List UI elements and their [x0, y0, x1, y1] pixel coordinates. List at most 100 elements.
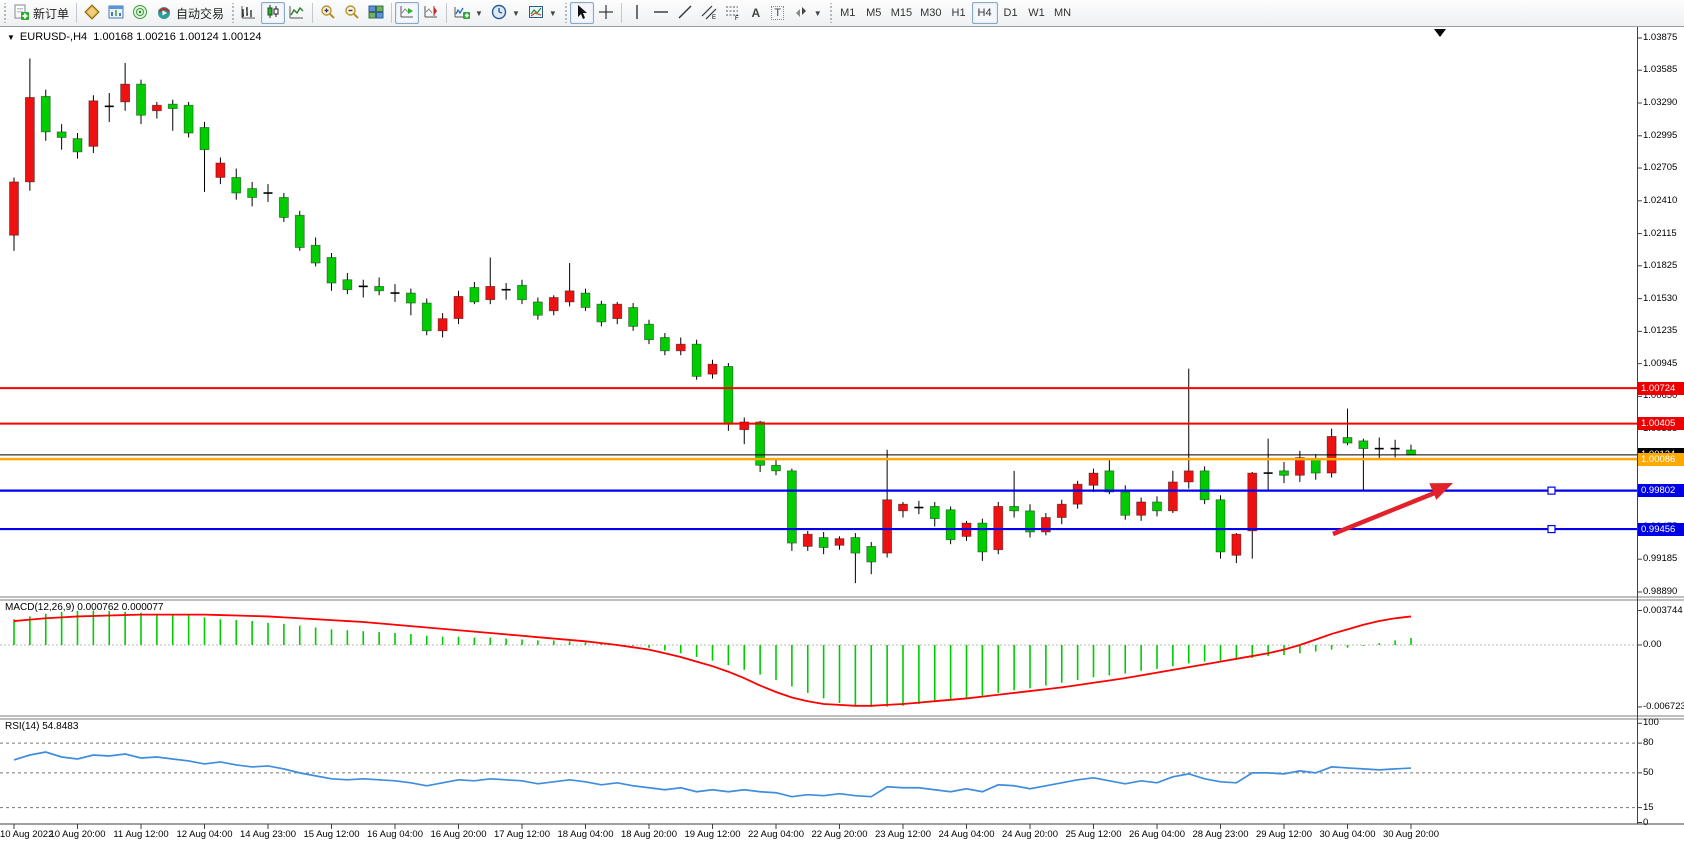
hline-handle[interactable]: [1548, 487, 1555, 494]
toolbar-separator: [76, 3, 77, 23]
symbol-dropdown-icon[interactable]: ▼: [7, 33, 15, 42]
dropdown-arrow-icon: ▼: [549, 9, 557, 18]
vertical-line-button[interactable]: [625, 2, 649, 24]
indicators-button[interactable]: ▼: [450, 2, 487, 24]
chart-ohlc-values: 1.00168 1.00216 1.00124 1.00124: [93, 31, 261, 43]
price-tick: 0.98890: [1643, 586, 1683, 597]
trendline-icon: [677, 4, 693, 23]
market-watch-button[interactable]: [80, 2, 104, 24]
equidistant-channel-button[interactable]: E: [697, 2, 721, 24]
text-label-button[interactable]: T: [767, 2, 789, 24]
text-button[interactable]: A: [745, 2, 767, 24]
timeframe-M5[interactable]: M5: [861, 2, 887, 24]
rsi-tick: 0: [1643, 817, 1683, 828]
price-tick: 1.02410: [1643, 195, 1683, 206]
strategy-tester-button[interactable]: [128, 2, 152, 24]
chart-canvas[interactable]: [0, 0, 1684, 841]
toolbar-separator: [391, 3, 392, 23]
timeframe-M15[interactable]: M15: [887, 2, 916, 24]
time-label: 19 Aug 12:00: [685, 829, 741, 840]
time-label: 12 Aug 04:00: [177, 829, 233, 840]
macd-tick: 0.003744: [1643, 605, 1683, 616]
toolbar-separator: [446, 3, 447, 23]
auto-scroll-button[interactable]: [395, 2, 419, 24]
crosshair-button[interactable]: [594, 2, 618, 24]
time-label: 30 Aug 04:00: [1320, 829, 1376, 840]
time-label: 24 Aug 20:00: [1002, 829, 1058, 840]
timeframe-MN[interactable]: MN: [1050, 2, 1076, 24]
dropdown-arrow-icon: ▼: [512, 9, 520, 18]
chart-shift-button[interactable]: [419, 2, 443, 24]
tile-windows-button[interactable]: [364, 2, 388, 24]
auto-trading-button[interactable]: 自动交易: [152, 2, 228, 24]
rsi-tick: 100: [1643, 717, 1683, 728]
time-label: 24 Aug 04:00: [939, 829, 995, 840]
time-label: 10 Aug 20:00: [50, 829, 106, 840]
bar-chart-button[interactable]: [237, 2, 261, 24]
svg-text:E: E: [712, 15, 716, 20]
zoom-out-button[interactable]: [340, 2, 364, 24]
new-order-button[interactable]: 新订单: [9, 2, 73, 24]
cursor-button[interactable]: [570, 2, 594, 24]
new-order-icon: [13, 4, 29, 23]
periods-button[interactable]: ▼: [487, 2, 524, 24]
line-chart-button[interactable]: [285, 2, 309, 24]
price-tick: 1.03290: [1643, 97, 1683, 108]
rsi-tick: 80: [1643, 737, 1683, 748]
horizontal-line-button[interactable]: [649, 2, 673, 24]
auto-scroll-icon: [399, 4, 415, 23]
timeframe-D1[interactable]: D1: [998, 2, 1024, 24]
new-order-label: 新订单: [33, 5, 69, 22]
radar-icon: [132, 4, 148, 23]
text-icon: A: [751, 6, 760, 20]
toolbar-grip: [1, 3, 8, 23]
hline-handle[interactable]: [1548, 526, 1555, 533]
toolbar-separator: [621, 3, 622, 23]
price-level-label: 1.00724: [1638, 382, 1684, 395]
vertical-line-icon: [629, 4, 645, 23]
time-label: 14 Aug 23:00: [240, 829, 296, 840]
toolbar-grip: [562, 3, 569, 23]
arrows-icon: [793, 4, 809, 23]
data-window-button[interactable]: [104, 2, 128, 24]
dropdown-arrow-icon: ▼: [814, 9, 822, 18]
timeframe-M1[interactable]: M1: [835, 2, 861, 24]
price-level-label: 1.00086: [1638, 453, 1684, 466]
templates-button[interactable]: ▼: [524, 2, 561, 24]
time-label: 26 Aug 04:00: [1129, 829, 1185, 840]
toolbar-separator: [312, 3, 313, 23]
candlestick-chart-button[interactable]: [261, 2, 285, 24]
timeframe-W1[interactable]: W1: [1024, 2, 1050, 24]
chart-symbol-period: EURUSD-,H4: [20, 31, 87, 43]
timeframe-M30[interactable]: M30: [916, 2, 945, 24]
time-label: 29 Aug 12:00: [1256, 829, 1312, 840]
toolbar-grip: [827, 3, 834, 23]
time-label: 22 Aug 20:00: [812, 829, 868, 840]
arrows-button[interactable]: ▼: [789, 2, 826, 24]
cursor-icon: [574, 4, 590, 23]
timeframe-H4[interactable]: H4: [972, 2, 998, 24]
timeframe-H1[interactable]: H1: [946, 2, 972, 24]
zoom-in-button[interactable]: [316, 2, 340, 24]
line-chart-icon: [289, 4, 305, 23]
rsi-tick: 15: [1643, 802, 1683, 813]
auto-trading-label: 自动交易: [176, 5, 224, 22]
tile-windows-icon: [368, 4, 384, 23]
time-label: 15 Aug 12:00: [304, 829, 360, 840]
time-label: 18 Aug 20:00: [621, 829, 677, 840]
time-label: 23 Aug 12:00: [875, 829, 931, 840]
fibonacci-button[interactable]: F: [721, 2, 745, 24]
price-level-label: 0.99802: [1638, 484, 1684, 497]
trendline-button[interactable]: [673, 2, 697, 24]
candlestick-chart-icon: [265, 4, 281, 23]
time-label: 28 Aug 23:00: [1193, 829, 1249, 840]
template-icon: [528, 4, 544, 23]
add-indicator-icon: [454, 4, 470, 23]
svg-text:F: F: [735, 16, 739, 20]
time-label: 25 Aug 12:00: [1066, 829, 1122, 840]
clock-icon: [491, 4, 507, 23]
time-label: 10 Aug 2022: [0, 829, 53, 840]
macd-tick: -0.006723: [1643, 701, 1683, 712]
horizontal-line-icon: [653, 4, 669, 23]
time-label: 30 Aug 20:00: [1383, 829, 1439, 840]
